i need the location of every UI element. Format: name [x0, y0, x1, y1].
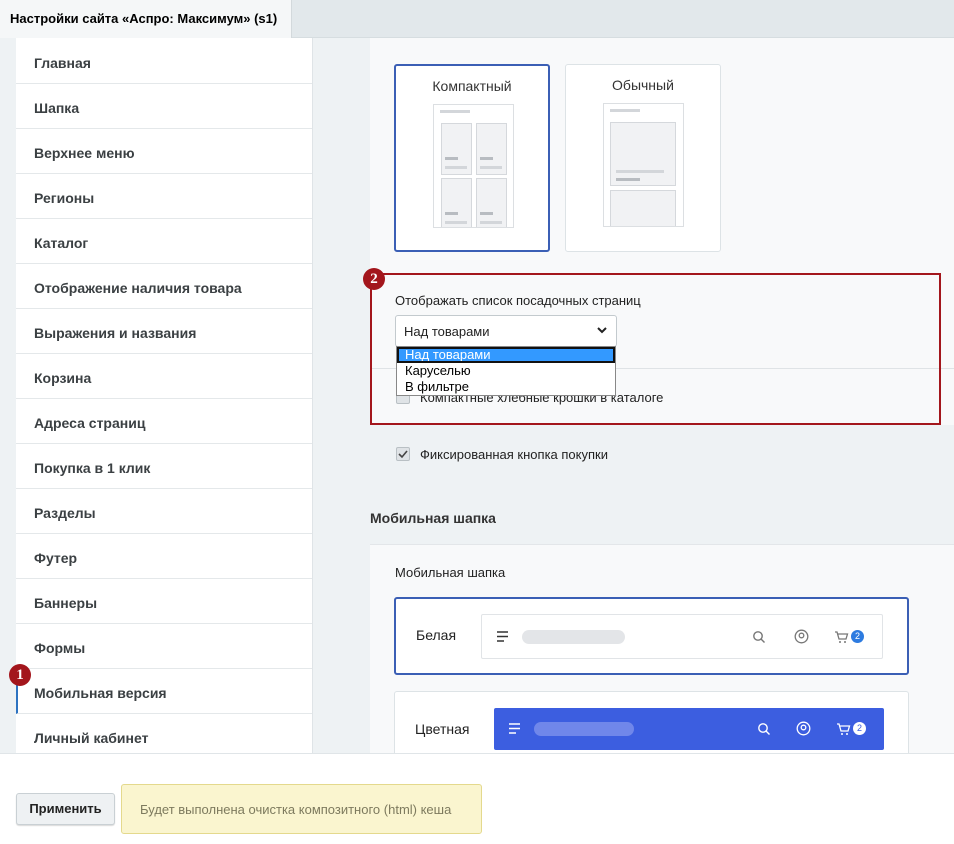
sidebar-item-footer[interactable]: Футер	[16, 534, 312, 579]
sidebar-item-page-urls[interactable]: Адреса страниц	[16, 399, 312, 444]
cart-icon	[837, 723, 851, 735]
search-placeholder-bar	[522, 630, 625, 644]
cart-icon	[835, 631, 849, 643]
sidebar-item-sections[interactable]: Разделы	[16, 489, 312, 534]
view-card-compact[interactable]: Компактный	[394, 64, 550, 252]
compact-preview-icon	[433, 104, 514, 228]
landing-list-label: Отображать список посадочных страниц	[395, 293, 641, 308]
sidebar-item-main[interactable]: Главная	[16, 39, 312, 84]
apply-button[interactable]: Применить	[16, 793, 115, 825]
cart-count-badge: 2	[853, 722, 866, 735]
colored-header-preview: 2	[494, 708, 884, 750]
sidebar-item-top-menu[interactable]: Верхнее меню	[16, 129, 312, 174]
landing-list-dropdown: Над товарами Каруселью В фильтре	[396, 346, 616, 396]
mobile-header-title: Мобильная шапка	[395, 565, 506, 580]
fixed-buy-button-checkbox[interactable]	[396, 447, 410, 461]
menu-icon	[509, 723, 520, 734]
search-icon	[753, 631, 765, 643]
sidebar-item-header[interactable]: Шапка	[16, 84, 312, 129]
sidebar-item-personal-account[interactable]: Личный кабинет	[16, 714, 312, 753]
search-placeholder-bar	[534, 722, 634, 736]
mobile-header-panel: Мобильная шапка Белая 2 Цветная 2	[370, 544, 954, 753]
settings-sidebar: Главная Шапка Верхнее меню Регионы Катал…	[16, 38, 313, 753]
mobile-header-option-label: Белая	[416, 627, 457, 643]
regular-preview-icon	[603, 103, 684, 227]
sidebar-item-phrases[interactable]: Выражения и названия	[16, 309, 312, 354]
sidebar-item-regions[interactable]: Регионы	[16, 174, 312, 219]
view-card-regular[interactable]: Обычный	[565, 64, 721, 252]
dropdown-option-in-filter[interactable]: В фильтре	[397, 379, 615, 395]
chevron-down-icon	[596, 324, 608, 339]
sidebar-item-stock-display[interactable]: Отображение наличия товара	[16, 264, 312, 309]
mobile-header-white-option[interactable]: Белая 2	[394, 597, 909, 675]
user-icon	[796, 721, 811, 736]
menu-icon	[497, 631, 508, 642]
sidebar-item-forms[interactable]: Формы	[16, 624, 312, 669]
tab-site-settings[interactable]: Настройки сайта «Аспро: Максимум» (s1)	[0, 0, 292, 38]
fixed-buy-button-label: Фиксированная кнопка покупки	[420, 447, 608, 462]
sidebar-item-catalog[interactable]: Каталог	[16, 219, 312, 264]
user-icon	[794, 629, 809, 644]
footer-bar: Применить Будет выполнена очистка композ…	[0, 753, 954, 844]
sidebar-item-mobile-version[interactable]: Мобильная версия	[16, 669, 312, 714]
mobile-header-section-title: Мобильная шапка	[370, 510, 496, 526]
sidebar-item-basket[interactable]: Корзина	[16, 354, 312, 399]
view-card-label: Обычный	[612, 77, 674, 93]
landing-list-select[interactable]: Над товарами	[395, 315, 617, 347]
cache-notice: Будет выполнена очистка композитного (ht…	[121, 784, 482, 834]
tab-bar: Настройки сайта «Аспро: Максимум» (s1)	[0, 0, 954, 38]
view-card-label: Компактный	[432, 78, 512, 94]
dropdown-option-above-products[interactable]: Над товарами	[397, 347, 615, 363]
cart-count-badge: 2	[851, 630, 864, 643]
sidebar-item-banners[interactable]: Баннеры	[16, 579, 312, 624]
mobile-header-colored-option[interactable]: Цветная 2	[394, 691, 909, 753]
landing-list-value: Над товарами	[404, 324, 490, 339]
dropdown-option-carousel[interactable]: Каруселью	[397, 363, 615, 379]
search-icon	[758, 723, 770, 735]
sidebar-item-one-click[interactable]: Покупка в 1 клик	[16, 444, 312, 489]
white-header-preview: 2	[481, 614, 883, 659]
checkmark-icon	[398, 450, 408, 459]
annotation-badge: 1	[9, 664, 31, 686]
mobile-header-option-label: Цветная	[415, 721, 470, 737]
annotation-badge: 2	[363, 268, 385, 290]
